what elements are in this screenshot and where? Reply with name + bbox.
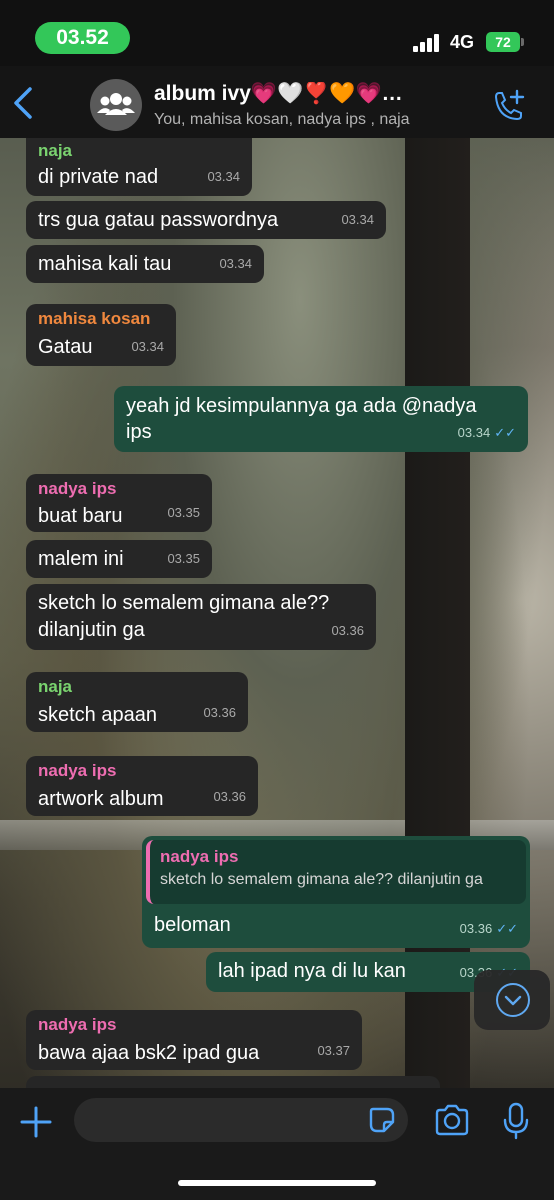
quoted-sender: nadya ips — [160, 847, 239, 866]
message-sender: nadya ips — [38, 1015, 117, 1034]
message-text: artwork album — [38, 788, 164, 810]
read-ticks-icon: ✓✓ — [494, 425, 516, 440]
message-text: bawa ajaa bsk2 ipad gua — [38, 1042, 260, 1064]
message-sender: mahisa kosan — [38, 309, 151, 328]
chevron-down-icon — [496, 983, 530, 1017]
message-sender: nadya ips — [38, 479, 117, 498]
message-bubble[interactable]: naja sketch apaan 03.36 — [26, 672, 248, 732]
message-bubble[interactable]: naja di private nad 03.34 — [26, 138, 252, 196]
chat-title[interactable]: album ivy💗🤍❣️🧡💗… — [154, 82, 454, 106]
message-text: trs gua gatau passwordnya — [38, 209, 279, 231]
message-time: 03.36 — [331, 623, 364, 638]
camera-icon[interactable] — [434, 1104, 470, 1136]
microphone-icon[interactable] — [502, 1102, 530, 1140]
message-time: 03.34 — [457, 425, 491, 440]
composer-bar — [0, 1088, 554, 1200]
message-time: 03.36 — [213, 789, 246, 804]
message-bubble[interactable]: mahisa kali tau 03.34 — [26, 245, 264, 283]
message-bubble[interactable]: sketch lo semalem gimana ale?? dilanjuti… — [26, 584, 376, 650]
message-bubble[interactable]: malem ini 03.35 — [26, 540, 212, 578]
add-call-icon[interactable] — [490, 88, 526, 124]
message-bubble[interactable]: trs gua gatau passwordnya 03.34 — [26, 201, 386, 239]
scroll-to-bottom-button[interactable] — [474, 970, 550, 1030]
message-text: di private nad — [38, 166, 159, 188]
message-time: 03.34 — [219, 256, 252, 271]
message-time: 03.34 — [341, 212, 374, 227]
message-input[interactable] — [74, 1098, 408, 1142]
signal-icon — [413, 34, 443, 52]
message-bubble-outgoing[interactable]: nadya ips sketch lo semalem gimana ale??… — [142, 836, 530, 948]
message-bubble[interactable]: mahisa kosan Gatau 03.34 — [26, 304, 176, 366]
message-bubble[interactable]: nadya ips bawa ajaa bsk2 ipad gua 03.37 — [26, 1010, 362, 1070]
message-sender: nadya ips — [38, 761, 117, 780]
message-text: yeah jd kesimpulannya ga ada @nadya — [126, 395, 477, 417]
message-sender: naja — [38, 141, 73, 160]
group-icon — [97, 93, 135, 115]
status-time: 03.52 — [35, 22, 130, 54]
message-sender: naja — [38, 677, 73, 696]
battery-level: 72 — [495, 34, 511, 50]
read-ticks-icon: ✓✓ — [496, 921, 518, 936]
network-label: 4G — [450, 32, 475, 52]
status-bar: 03.52 4G 72 — [0, 0, 554, 66]
home-indicator[interactable] — [178, 1180, 376, 1186]
chevron-left-icon[interactable] — [10, 86, 36, 120]
quoted-message[interactable]: nadya ips sketch lo semalem gimana ale??… — [146, 840, 526, 904]
battery-icon: 72 — [486, 32, 524, 52]
message-bubble[interactable]: nadya ips artwork album 03.36 — [26, 756, 258, 816]
message-time: 03.36 — [203, 705, 236, 720]
message-time: 03.34 — [131, 339, 164, 354]
message-bubble-partial[interactable] — [26, 1076, 440, 1088]
message-text: buat baru — [38, 505, 123, 527]
message-bubble[interactable]: nadya ips buat baru 03.35 — [26, 474, 212, 532]
plus-icon[interactable] — [18, 1104, 54, 1140]
message-list[interactable]: naja di private nad 03.34 trs gua gatau … — [0, 138, 554, 1088]
message-time: 03.34 — [207, 169, 240, 184]
message-text: Gatau — [38, 336, 93, 358]
message-time: 03.35 — [167, 505, 200, 520]
message-text: beloman — [154, 914, 231, 936]
message-time: 03.37 — [317, 1043, 350, 1058]
message-text: ips — [126, 421, 152, 443]
message-text: mahisa kali tau — [38, 253, 172, 275]
group-avatar[interactable] — [90, 79, 142, 131]
message-text: dilanjutin ga — [38, 619, 145, 641]
message-text: lah ipad nya di lu kan — [218, 960, 406, 982]
message-text: sketch lo semalem gimana ale?? — [38, 592, 330, 614]
sticker-icon[interactable] — [368, 1106, 396, 1134]
message-bubble-outgoing[interactable]: yeah jd kesimpulannya ga ada @nadya ips … — [114, 386, 528, 452]
message-text: sketch apaan — [38, 704, 157, 726]
message-time: 03.35 — [167, 551, 200, 566]
chat-participants[interactable]: You, mahisa kosan, nadya ips , naja — [154, 111, 464, 129]
chat-header: album ivy💗🤍❣️🧡💗… You, mahisa kosan, nady… — [0, 66, 554, 138]
message-time: 03.36 — [459, 921, 493, 936]
quoted-text: sketch lo semalem gimana ale?? dilanjuti… — [160, 871, 483, 888]
message-text: malem ini — [38, 548, 124, 570]
